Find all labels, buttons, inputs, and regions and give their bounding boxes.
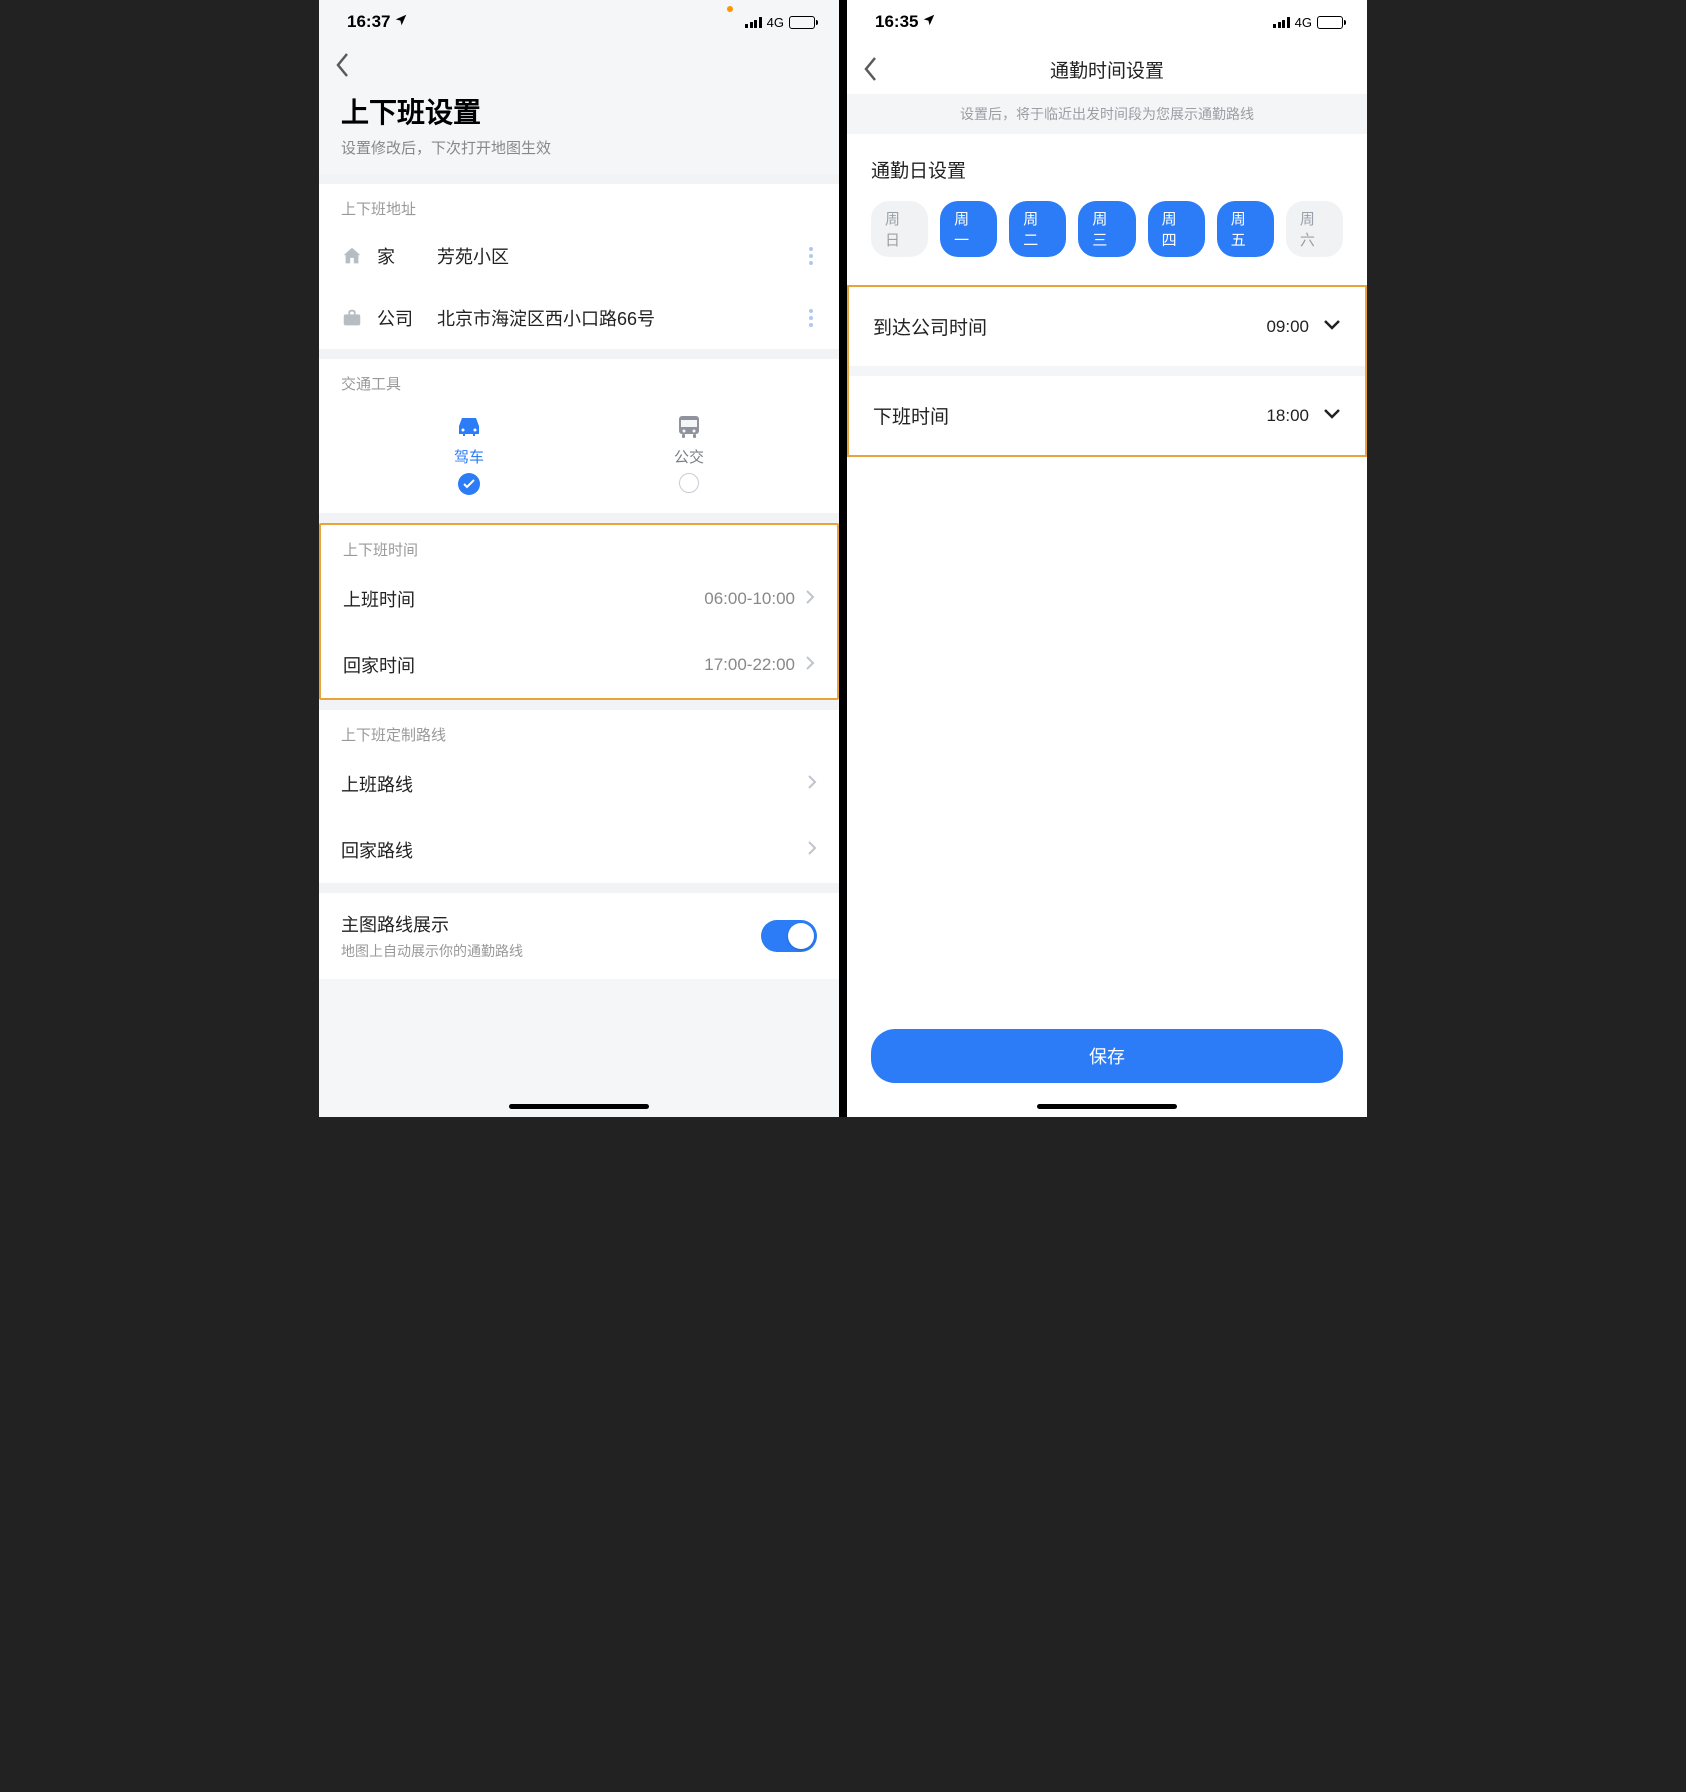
company-label: 公司 xyxy=(377,305,423,331)
day-pill-2[interactable]: 周二 xyxy=(1009,201,1066,257)
page-header: 上下班设置 设置修改后，下次打开地图生效 xyxy=(319,87,839,174)
phone-left-commute-settings: 16:37 4G 上下班设置 设置修改后，下次打开地图生效 上下班地址 xyxy=(319,0,839,1117)
chevron-right-icon xyxy=(805,655,815,676)
day-pill-6[interactable]: 周六 xyxy=(1286,201,1343,257)
home-label: 家 xyxy=(377,243,423,269)
day-pill-3[interactable]: 周三 xyxy=(1078,201,1135,257)
chevron-right-icon xyxy=(807,774,817,795)
commute-time-highlight: 上下班时间 上班时间 06:00-10:00 回家时间 17:00-22:00 xyxy=(319,523,839,700)
transport-selector: 驾车 公交 xyxy=(319,400,839,513)
battery-icon xyxy=(1317,16,1343,29)
day-pill-1[interactable]: 周一 xyxy=(940,201,997,257)
home-indicator[interactable] xyxy=(509,1104,649,1109)
home-route-label: 回家路线 xyxy=(341,837,413,863)
hint-text: 设置后，将于临近出发时间段为您展示通勤路线 xyxy=(847,94,1367,134)
more-icon[interactable] xyxy=(805,305,817,331)
home-time-row[interactable]: 回家时间 17:00-22:00 xyxy=(321,632,837,698)
home-address-row[interactable]: 家 芳苑小区 xyxy=(319,225,839,287)
phone-right-commute-time: 16:35 4G 通勤时间设置 设置后，将于临近出发时间段为您展示通勤路线 通勤… xyxy=(847,0,1367,1117)
page-subtitle: 设置修改后，下次打开地图生效 xyxy=(341,137,817,158)
time-section-label: 上下班时间 xyxy=(321,525,837,566)
route-section-label: 上下班定制路线 xyxy=(319,710,839,751)
page-title: 上下班设置 xyxy=(341,91,817,131)
transport-section-label: 交通工具 xyxy=(319,359,839,400)
status-bar: 16:35 4G xyxy=(847,0,1367,44)
work-time-row[interactable]: 上班时间 06:00-10:00 xyxy=(321,566,837,632)
signal-icon xyxy=(745,17,762,28)
leave-time-value: 18:00 xyxy=(1266,406,1309,426)
home-time-value: 17:00-22:00 xyxy=(704,655,795,675)
battery-icon xyxy=(789,16,815,29)
map-route-toggle-row: 主图路线展示 地图上自动展示你的通勤路线 xyxy=(319,893,839,979)
day-pills: 周日周一周二周三周四周五周六 xyxy=(871,201,1343,257)
transport-bus[interactable]: 公交 xyxy=(673,414,705,495)
chevron-down-icon xyxy=(1323,407,1341,425)
car-icon xyxy=(453,414,485,440)
status-time: 16:37 xyxy=(347,12,390,32)
radio-empty-icon xyxy=(679,473,699,493)
status-bar: 16:37 4G xyxy=(319,0,839,44)
network-label: 4G xyxy=(767,15,784,30)
back-button[interactable] xyxy=(319,44,839,87)
address-section-label: 上下班地址 xyxy=(319,184,839,225)
leave-time-label: 下班时间 xyxy=(873,402,949,429)
network-label: 4G xyxy=(1295,15,1312,30)
briefcase-icon xyxy=(341,307,363,329)
work-route-label: 上班路线 xyxy=(341,771,413,797)
nav-bar: 通勤时间设置 xyxy=(847,44,1367,94)
commute-days-section: 通勤日设置 周日周一周二周三周四周五周六 xyxy=(847,134,1367,281)
arrive-time-row[interactable]: 到达公司时间 09:00 xyxy=(849,287,1365,366)
home-route-row[interactable]: 回家路线 xyxy=(319,817,839,883)
day-pill-5[interactable]: 周五 xyxy=(1217,201,1274,257)
chevron-down-icon xyxy=(1323,318,1341,336)
map-route-switch[interactable] xyxy=(761,920,817,952)
nav-title: 通勤时间设置 xyxy=(1050,56,1164,83)
chevron-right-icon xyxy=(805,589,815,610)
back-button[interactable] xyxy=(863,56,879,87)
bus-icon xyxy=(673,414,705,440)
home-time-label: 回家时间 xyxy=(343,652,415,678)
home-indicator[interactable] xyxy=(1037,1104,1177,1109)
day-section-title: 通勤日设置 xyxy=(871,156,1343,183)
home-value: 芳苑小区 xyxy=(437,243,791,269)
company-address-row[interactable]: 公司 北京市海淀区西小口路66号 xyxy=(319,287,839,349)
company-value: 北京市海淀区西小口路66号 xyxy=(437,305,791,331)
radio-checked-icon xyxy=(458,473,480,495)
toggle-title: 主图路线展示 xyxy=(341,911,523,937)
transport-car-label: 驾车 xyxy=(454,446,484,467)
toggle-subtitle: 地图上自动展示你的通勤路线 xyxy=(341,941,523,961)
signal-icon xyxy=(1273,17,1290,28)
save-button[interactable]: 保存 xyxy=(871,1029,1343,1083)
status-time: 16:35 xyxy=(875,12,918,32)
location-arrow-icon xyxy=(394,12,408,32)
time-settings-highlight: 到达公司时间 09:00 下班时间 18:00 xyxy=(847,285,1367,457)
work-time-value: 06:00-10:00 xyxy=(704,589,795,609)
transport-bus-label: 公交 xyxy=(674,446,704,467)
day-pill-4[interactable]: 周四 xyxy=(1148,201,1205,257)
work-time-label: 上班时间 xyxy=(343,586,415,612)
home-icon xyxy=(341,245,363,267)
chevron-right-icon xyxy=(807,840,817,861)
work-route-row[interactable]: 上班路线 xyxy=(319,751,839,817)
more-icon[interactable] xyxy=(805,243,817,269)
leave-time-row[interactable]: 下班时间 18:00 xyxy=(849,376,1365,455)
arrive-time-value: 09:00 xyxy=(1266,317,1309,337)
transport-car[interactable]: 驾车 xyxy=(453,414,485,495)
arrive-time-label: 到达公司时间 xyxy=(873,313,987,340)
location-arrow-icon xyxy=(922,12,936,32)
day-pill-0[interactable]: 周日 xyxy=(871,201,928,257)
recording-indicator-dot xyxy=(727,6,733,12)
